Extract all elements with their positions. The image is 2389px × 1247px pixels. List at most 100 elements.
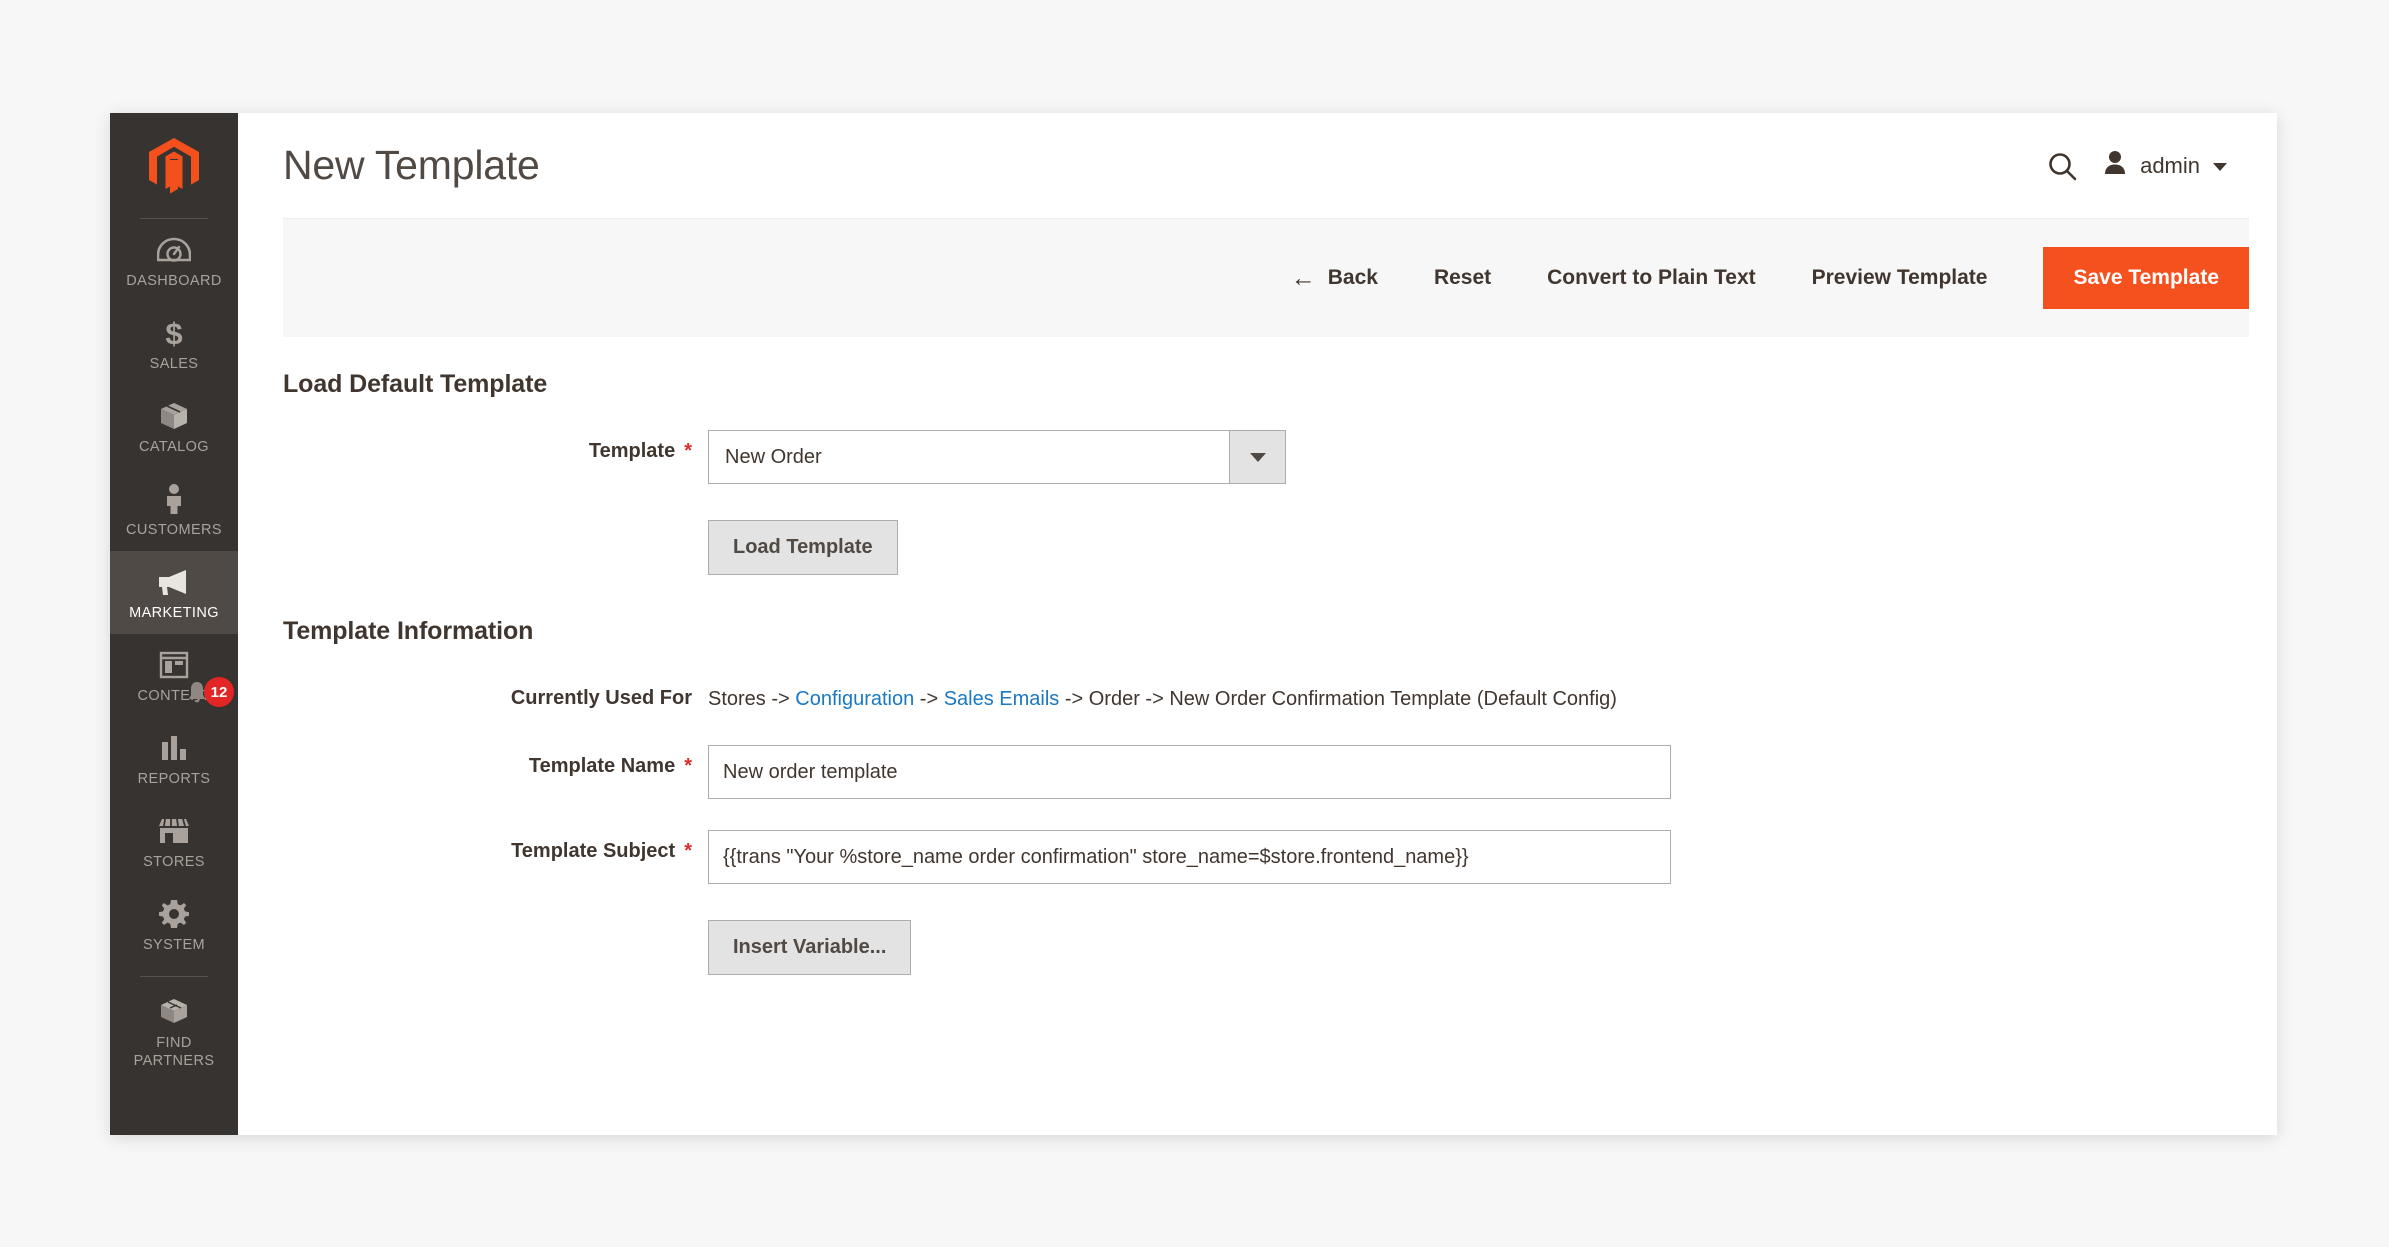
sidebar-item-stores[interactable]: STORES: [110, 800, 238, 883]
save-template-button[interactable]: Save Template: [2043, 247, 2249, 309]
load-template-spacer: [283, 520, 708, 530]
save-button-label: Save Template: [2073, 266, 2219, 289]
template-select-value: New Order: [725, 445, 822, 468]
template-subject-label-text: Template Subject: [511, 840, 676, 862]
template-name-control: [708, 745, 2232, 799]
sidebar-item-label: REPORTS: [137, 771, 211, 787]
breadcrumb: Stores -> Configuration -> Sales Emails …: [708, 677, 1648, 714]
insert-variable-row: Insert Variable...: [283, 920, 2232, 975]
svg-text:$: $: [165, 317, 182, 349]
convert-to-plain-text-button[interactable]: Convert to Plain Text: [1519, 252, 1783, 304]
form-content: Load Default Template Template * New Ord…: [238, 370, 2277, 975]
admin-window: DASHBOARD $ SALES CATALOG CUSTOMERS MARK…: [110, 113, 2277, 1135]
required-marker: *: [684, 440, 692, 462]
breadcrumb-link-configuration[interactable]: Configuration: [795, 688, 914, 710]
storefront-icon: [114, 814, 234, 848]
sidebar-item-label: DASHBOARD: [126, 273, 222, 289]
breadcrumb-link-sales-emails[interactable]: Sales Emails: [944, 688, 1060, 710]
template-information-heading: Template Information: [283, 617, 534, 645]
sidebar-item-label: SALES: [149, 356, 199, 372]
sidebar-item-content[interactable]: CONTENT 12: [110, 634, 238, 717]
gear-icon: [114, 897, 234, 931]
sidebar-item-label: SYSTEM: [142, 937, 206, 953]
megaphone-icon: [114, 565, 234, 599]
chevron-down-icon: [2213, 163, 2227, 171]
load-template-control: Load Template: [708, 520, 2232, 575]
preview-template-button[interactable]: Preview Template: [1784, 252, 2016, 304]
sidebar-item-label: MARKETING: [129, 605, 219, 621]
load-template-button-label: Load Template: [733, 536, 873, 558]
required-marker: *: [684, 755, 692, 777]
template-select-row: Template * New Order: [283, 430, 2232, 484]
template-name-label-text: Template Name: [528, 755, 676, 777]
dashboard-gauge-icon: [114, 233, 234, 267]
sidebar-item-reports[interactable]: REPORTS: [110, 717, 238, 800]
page-header: New Template admin: [238, 113, 2277, 218]
magento-logo-icon: [149, 137, 199, 194]
dollar-sign-icon: $: [114, 316, 234, 350]
template-subject-control: [708, 830, 2232, 884]
box-icon: [114, 399, 234, 433]
template-subject-input[interactable]: [708, 830, 1671, 884]
breadcrumb-part-2: ->: [914, 688, 944, 710]
load-template-row: Load Template: [283, 520, 2232, 575]
insert-variable-control: Insert Variable...: [708, 920, 2232, 975]
breadcrumb-part-1: Stores ->: [708, 688, 796, 710]
chevron-down-icon[interactable]: [1229, 431, 1285, 483]
sidebar-item-system[interactable]: SYSTEM: [110, 883, 238, 966]
template-name-label: Template Name *: [283, 745, 708, 778]
template-select[interactable]: New Order: [708, 430, 1286, 484]
sidebar: DASHBOARD $ SALES CATALOG CUSTOMERS MARK…: [110, 113, 238, 1135]
sidebar-divider: [140, 976, 208, 977]
badge-count: 12: [204, 677, 234, 707]
back-button-label: Back: [1327, 266, 1378, 289]
user-avatar-icon: [2103, 150, 2127, 181]
action-toolbar: ← Back Reset Convert to Plain Text Previ…: [283, 218, 2249, 337]
preview-button-label: Preview Template: [1811, 266, 1988, 289]
sidebar-item-customers[interactable]: CUSTOMERS: [110, 468, 238, 551]
currently-used-for-label: Currently Used For: [283, 677, 708, 710]
breadcrumb-part-3: -> Order -> New Order Confirmation Templ…: [1059, 688, 1617, 710]
sidebar-item-label: CATALOG: [139, 439, 209, 455]
sidebar-item-dashboard[interactable]: DASHBOARD: [110, 219, 238, 302]
load-template-button[interactable]: Load Template: [708, 520, 898, 575]
header-actions: admin: [2047, 150, 2227, 181]
currently-used-for-row: Currently Used For Stores -> Configurati…: [283, 677, 2232, 714]
currently-used-for-label-text: Currently Used For: [510, 687, 692, 709]
template-select-control: New Order: [708, 430, 2232, 484]
currently-used-for-control: Stores -> Configuration -> Sales Emails …: [708, 677, 2232, 714]
sidebar-item-catalog[interactable]: CATALOG: [110, 385, 238, 468]
insert-variable-button-label: Insert Variable...: [733, 936, 887, 958]
sidebar-item-label: CUSTOMERS: [126, 522, 222, 538]
user-name: admin: [2140, 152, 2200, 178]
sidebar-item-label: STORES: [143, 854, 205, 870]
content-notification-badge[interactable]: 12: [186, 677, 234, 707]
insert-variable-button[interactable]: Insert Variable...: [708, 920, 912, 975]
user-menu[interactable]: admin: [2103, 150, 2227, 181]
bar-chart-icon: [114, 731, 234, 765]
back-arrow-icon: ←: [1290, 263, 1316, 292]
load-default-template-heading: Load Default Template: [283, 370, 548, 398]
main-content: New Template admin ← Back Reset Convert …: [238, 113, 2277, 1135]
template-subject-label: Template Subject *: [283, 830, 708, 863]
back-button[interactable]: ← Back: [1263, 252, 1406, 305]
sidebar-item-find-partners[interactable]: FIND PARTNERS: [110, 981, 238, 1082]
template-subject-row: Template Subject *: [283, 830, 2232, 884]
sidebar-item-label: FIND PARTNERS: [133, 1035, 215, 1069]
template-name-input[interactable]: [708, 745, 1671, 799]
sidebar-item-marketing[interactable]: MARKETING: [110, 551, 238, 634]
reset-button-label: Reset: [1433, 266, 1492, 289]
reset-button[interactable]: Reset: [1406, 252, 1519, 304]
search-icon[interactable]: [2047, 151, 2077, 181]
template-name-row: Template Name *: [283, 745, 2232, 799]
sidebar-item-sales[interactable]: $ SALES: [110, 302, 238, 385]
magento-logo[interactable]: [110, 113, 238, 218]
required-marker: *: [684, 840, 692, 862]
extensions-blocks-icon: [114, 995, 234, 1029]
template-select-label: Template *: [283, 430, 708, 463]
person-icon: [114, 482, 234, 516]
insert-variable-spacer: [283, 920, 708, 930]
convert-button-label: Convert to Plain Text: [1547, 266, 1756, 289]
page-title: New Template: [283, 142, 540, 188]
template-label-text: Template: [588, 440, 676, 462]
